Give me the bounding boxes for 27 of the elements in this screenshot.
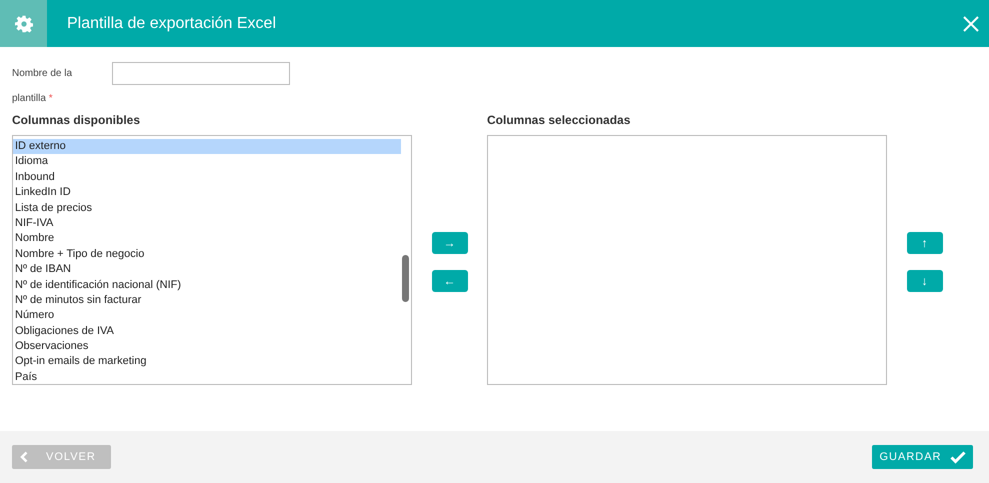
section-heading: Columnas disponibles [12, 113, 142, 129]
list-item[interactable]: Obligaciones de IVA [13, 324, 401, 340]
list-item[interactable]: Opt-in emails de marketing [13, 354, 401, 370]
list-item[interactable]: ID externo [13, 139, 401, 154]
list-item[interactable]: País [13, 370, 401, 386]
checkmark-icon [950, 450, 966, 464]
window-title: Plantilla de exportación Excel [67, 14, 278, 32]
close-icon[interactable] [963, 16, 979, 32]
list-item[interactable]: Observaciones [13, 339, 401, 354]
input-field[interactable] [112, 62, 290, 85]
list-item[interactable]: NIF-IVA [13, 216, 401, 232]
list-item[interactable]: Nº de identificación nacional (NIF) [13, 278, 401, 293]
settings-icon [14, 14, 32, 32]
settings-tile[interactable] [0, 0, 47, 47]
list-item[interactable]: Lista de precios [13, 200, 401, 216]
list-item[interactable]: Nº de minutos sin facturar [13, 292, 401, 308]
section-heading: Columnas seleccionadas [487, 113, 632, 129]
list-item[interactable]: LinkedIn ID [13, 185, 401, 201]
list-item[interactable]: Idioma [13, 154, 401, 170]
list-item[interactable]: Número [13, 308, 401, 324]
list-item[interactable]: Inbound [13, 170, 401, 186]
scrollbar-thumb[interactable] [402, 255, 409, 302]
list-item[interactable]: Nº de IBAN [13, 262, 401, 278]
chevron-left-icon [20, 451, 28, 463]
field-label: Nombre de la plantilla * [12, 67, 74, 106]
list-item[interactable]: Nombre [13, 231, 401, 247]
list-item[interactable]: Nombre + Tipo de negocio [13, 246, 401, 262]
